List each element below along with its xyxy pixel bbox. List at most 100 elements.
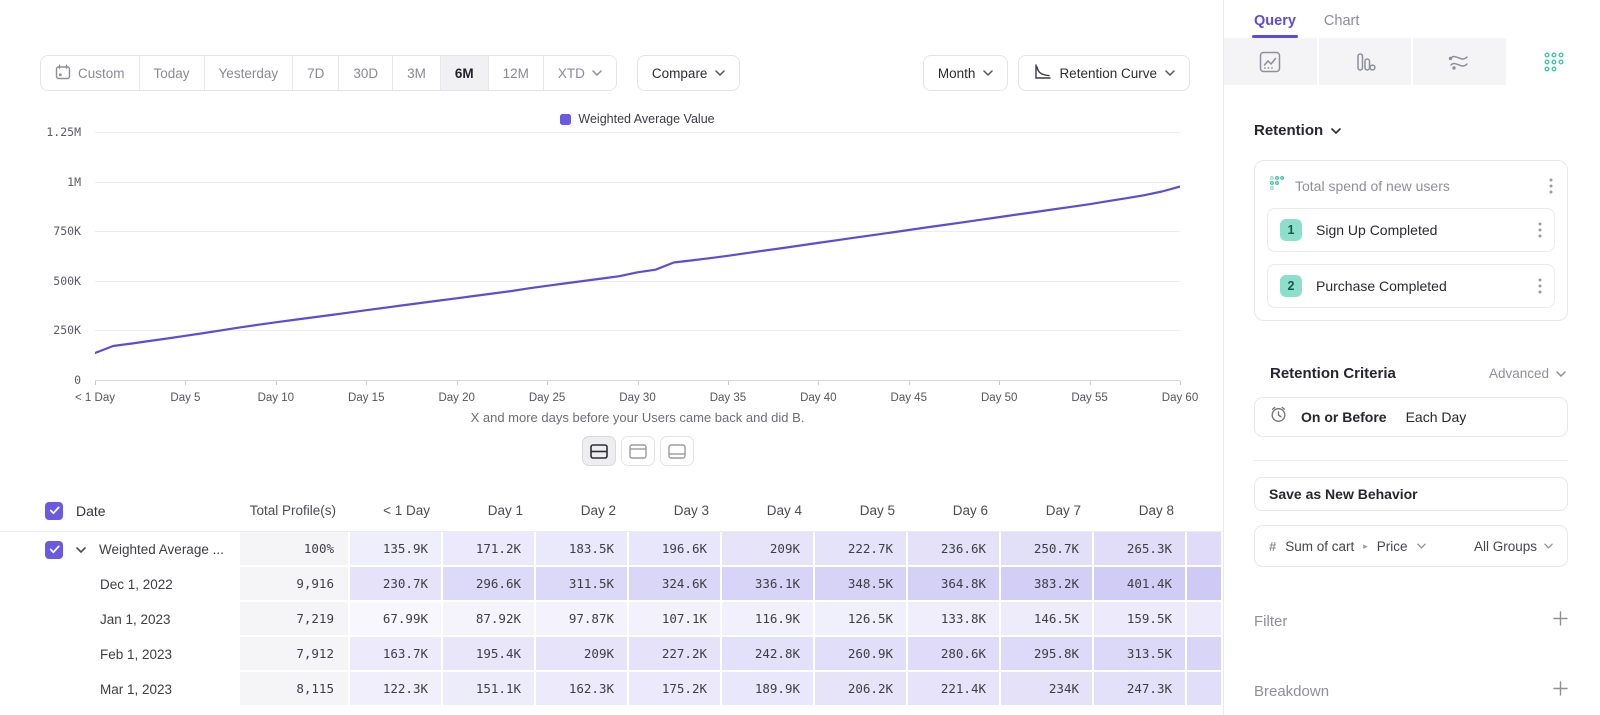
retention-criteria-row: Retention Criteria Advanced	[1254, 365, 1568, 382]
analysis-flows-button[interactable]	[1413, 38, 1508, 85]
date-range-7d[interactable]: 7D	[292, 56, 338, 90]
row-label-cell: Dec 1, 2022	[0, 567, 240, 602]
analysis-retention-button[interactable]	[1508, 38, 1600, 85]
row-checkbox[interactable]	[45, 541, 63, 559]
granularity-dropdown[interactable]: Month	[923, 55, 1009, 91]
behavior-step-2[interactable]: 2Purchase Completed	[1267, 264, 1555, 308]
retention-line-chart: 0250K500K750K1M1.25M< 1 DayDay 5Day 10Da…	[95, 132, 1180, 386]
table-layout-split-button[interactable]	[582, 436, 616, 466]
retention-value-cell: 230.7K	[350, 567, 443, 602]
chevron-down-icon	[1556, 371, 1566, 377]
retention-value-cell: 209K	[722, 532, 815, 567]
retention-value-cell: 163.7K	[350, 637, 443, 672]
breakdown-label: Breakdown	[1254, 683, 1553, 700]
select-all-checkbox[interactable]	[45, 502, 63, 520]
retention-value-cell: 280.6K	[908, 637, 1001, 672]
date-range-3m[interactable]: 3M	[392, 56, 440, 90]
tab-query[interactable]: Query	[1254, 13, 1296, 38]
retention-value-cell: 401.4K	[1094, 567, 1187, 602]
column-header: Day 6	[908, 490, 1001, 531]
row-label-cell: Mar 1, 2023	[0, 672, 240, 707]
y-axis-label: 1M	[11, 175, 81, 189]
y-axis-label: 1.25M	[11, 125, 81, 139]
clipped-value-cell	[1187, 672, 1223, 707]
row-expand-chevron-icon[interactable]	[76, 547, 86, 553]
measurement-row: # Sum of cart ▸ Price All Groups	[1254, 525, 1568, 567]
legend-swatch	[560, 114, 571, 125]
add-filter-button[interactable]	[1553, 611, 1568, 631]
retention-value-cell: 87.92K	[443, 602, 536, 637]
column-header: Day 5	[815, 490, 908, 531]
analysis-funnels-button[interactable]	[1319, 38, 1414, 85]
kebab-menu-icon[interactable]	[1549, 178, 1553, 194]
behavior-step-1[interactable]: 1Sign Up Completed	[1267, 208, 1555, 252]
retention-value-cell: 107.1K	[629, 602, 722, 637]
column-header: Total Profile(s)	[240, 490, 350, 531]
chevron-down-icon	[1417, 543, 1426, 549]
date-range-12m[interactable]: 12M	[488, 56, 543, 90]
kebab-menu-icon[interactable]	[1538, 278, 1542, 294]
divider	[1254, 460, 1568, 461]
criteria-mode-label: Advanced	[1489, 366, 1549, 381]
retention-section-dropdown[interactable]: Retention	[1254, 122, 1568, 139]
retention-value-cell: 221.4K	[908, 672, 1001, 707]
numeric-property-icon: #	[1269, 539, 1276, 554]
table-row: Mar 1, 20238,115122.3K151.1K162.3K175.2K…	[0, 672, 1223, 707]
total-profiles-cell: 7,219	[240, 602, 350, 637]
retention-value-cell: 250.7K	[1001, 532, 1094, 567]
date-range-30d[interactable]: 30D	[338, 56, 392, 90]
retention-value-cell: 295.8K	[1001, 637, 1094, 672]
table-layout-toggles	[95, 436, 1180, 466]
table-layout-bottom-button[interactable]	[660, 436, 694, 466]
retention-value-cell: 324.6K	[629, 567, 722, 602]
retention-value-cell: 162.3K	[536, 672, 629, 707]
measure-subproperty-label[interactable]: Price	[1377, 539, 1408, 554]
criteria-mode-dropdown[interactable]: Advanced	[1489, 366, 1566, 381]
retention-table: DateTotal Profile(s)< 1 DayDay 1Day 2Day…	[0, 490, 1223, 707]
criteria-condition[interactable]: On or Before Each Day	[1254, 397, 1568, 437]
retention-value-cell: 195.4K	[443, 637, 536, 672]
retention-value-cell: 133.8K	[908, 602, 1001, 637]
retention-value-cell: 296.6K	[443, 567, 536, 602]
date-range-custom[interactable]: Custom	[41, 56, 139, 90]
date-range-yesterday[interactable]: Yesterday	[204, 56, 293, 90]
date-range-today[interactable]: Today	[139, 56, 204, 90]
x-axis-tick	[1180, 381, 1181, 385]
sidebar-tabs: Query Chart	[1224, 0, 1600, 38]
clipped-value-cell	[1187, 567, 1223, 602]
date-header-cell: Date	[0, 490, 240, 531]
retention-value-cell: 236.6K	[908, 532, 1001, 567]
y-axis-label: 0	[11, 373, 81, 387]
filter-label: Filter	[1254, 613, 1553, 630]
group-dropdown[interactable]: All Groups	[1474, 539, 1553, 554]
add-breakdown-button[interactable]	[1553, 681, 1568, 701]
retention-value-cell: 159.5K	[1094, 602, 1187, 637]
column-header: Day 3	[629, 490, 722, 531]
total-profiles-cell: 100%	[240, 532, 350, 567]
bottom-row-icon	[668, 444, 686, 459]
clock-icon	[1269, 405, 1288, 429]
column-header: Day 2	[536, 490, 629, 531]
date-range-xtd[interactable]: XTD	[543, 56, 616, 90]
retention-value-cell: 311.5K	[536, 567, 629, 602]
total-profiles-cell: 7,912	[240, 637, 350, 672]
date-range-6m[interactable]: 6M	[440, 56, 488, 90]
save-as-new-behavior-button[interactable]: Save as New Behavior	[1254, 477, 1568, 511]
total-profiles-cell: 9,916	[240, 567, 350, 602]
chart-view-dropdown[interactable]: Retention Curve	[1018, 55, 1190, 91]
retention-value-cell: 171.2K	[443, 532, 536, 567]
table-layout-top-button[interactable]	[621, 436, 655, 466]
main-panel: CustomTodayYesterday7D30D3M6M12MXTD Comp…	[0, 0, 1223, 715]
compare-button[interactable]: Compare	[637, 55, 741, 91]
retention-value-cell: 234K	[1001, 672, 1094, 707]
x-axis-label: Day 35	[710, 392, 746, 404]
y-axis-label: 500K	[11, 274, 81, 288]
measure-property-label[interactable]: Sum of cart	[1285, 539, 1354, 554]
tab-chart[interactable]: Chart	[1324, 13, 1359, 38]
behavior-steps: 1Sign Up Completed 2Purchase Completed	[1267, 208, 1555, 308]
clipped-value-cell	[1187, 637, 1223, 672]
analysis-insights-button[interactable]	[1224, 38, 1319, 85]
kebab-menu-icon[interactable]	[1538, 222, 1542, 238]
chart-caption: X and more days before your Users came b…	[95, 410, 1180, 425]
retention-value-cell: 209K	[536, 637, 629, 672]
